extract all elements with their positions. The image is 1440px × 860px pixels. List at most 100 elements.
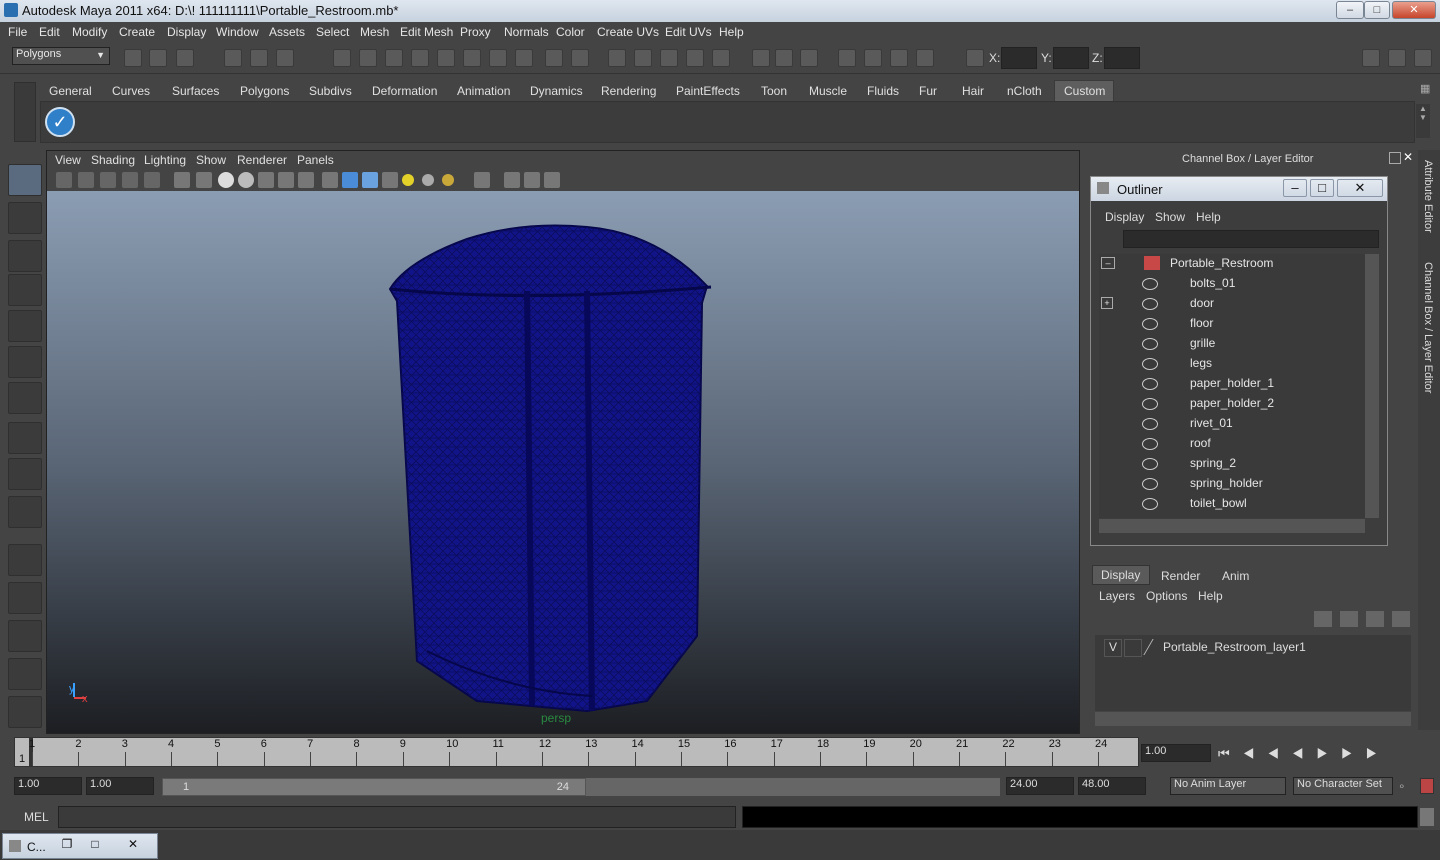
frame-all-icon[interactable] bbox=[524, 172, 540, 188]
outliner-item[interactable]: legs bbox=[1190, 356, 1212, 376]
channel-box-toggle-icon[interactable] bbox=[1388, 49, 1406, 67]
show-manipulator-icon[interactable] bbox=[8, 458, 42, 490]
menu-create-uvs[interactable]: Create UVs bbox=[597, 25, 659, 39]
snap-plane-icon[interactable] bbox=[411, 49, 429, 67]
bookmark-icon[interactable] bbox=[78, 172, 94, 188]
menu-color[interactable]: Color bbox=[556, 25, 585, 39]
render-view-icon[interactable] bbox=[838, 49, 856, 67]
snap-to-grids-icon[interactable] bbox=[608, 49, 626, 67]
outliner-item[interactable]: roof bbox=[1190, 436, 1211, 456]
tab-polygons[interactable]: Polygons bbox=[240, 82, 289, 102]
playback-start-field[interactable]: 1.00 bbox=[86, 777, 154, 795]
share-icon[interactable] bbox=[544, 172, 560, 188]
auto-key-icon[interactable] bbox=[1420, 778, 1434, 794]
outliner-item[interactable]: grille bbox=[1190, 336, 1215, 356]
soft-modification-icon[interactable] bbox=[8, 422, 42, 454]
step-forward-key-icon[interactable]: ▶ bbox=[1341, 746, 1366, 761]
outliner-item[interactable]: spring_2 bbox=[1190, 456, 1236, 476]
outliner-maximize-button[interactable]: □ bbox=[1310, 179, 1334, 197]
float-panel-icon[interactable] bbox=[1389, 152, 1401, 164]
save-scene-icon[interactable] bbox=[176, 49, 194, 67]
x-input[interactable] bbox=[1001, 47, 1037, 69]
range-slider-track[interactable]: 1 24 bbox=[162, 778, 1000, 796]
play-forwards-icon[interactable]: ▶ bbox=[1317, 746, 1342, 761]
current-time-field[interactable]: 1.00 bbox=[1141, 744, 1211, 762]
tab-rendering[interactable]: Rendering bbox=[601, 82, 656, 102]
textured-icon[interactable] bbox=[238, 172, 254, 188]
isolate-select-icon[interactable] bbox=[474, 172, 490, 188]
anim-start-field[interactable]: 1.00 bbox=[14, 777, 82, 795]
outliner-item[interactable]: paper_holder_1 bbox=[1190, 376, 1274, 396]
menu-mesh[interactable]: Mesh bbox=[360, 25, 389, 39]
tab-custom[interactable]: Custom bbox=[1064, 82, 1105, 102]
new-layer-selected-icon[interactable] bbox=[1392, 611, 1410, 627]
shelf-scroll-arrows[interactable]: ▲ ▼ bbox=[1416, 104, 1430, 138]
close-panel-icon[interactable]: ✕ bbox=[1403, 150, 1415, 164]
tab-fur[interactable]: Fur bbox=[919, 82, 937, 102]
menu-help[interactable]: Help bbox=[719, 25, 744, 39]
four-view-layout-icon[interactable] bbox=[8, 582, 42, 614]
menu-proxy[interactable]: Proxy bbox=[460, 25, 491, 39]
maximize-minimized-button[interactable]: □ bbox=[83, 837, 107, 855]
layer-name[interactable]: Portable_Restroom_layer1 bbox=[1163, 640, 1306, 654]
step-back-icon[interactable]: ◀ bbox=[1243, 746, 1268, 761]
tab-fluids[interactable]: Fluids bbox=[867, 82, 899, 102]
outliner-menu-show[interactable]: Show bbox=[1155, 210, 1185, 224]
range-slider-handle[interactable]: 1 24 bbox=[162, 778, 586, 796]
tab-curves[interactable]: Curves bbox=[112, 82, 150, 102]
minimize-button[interactable]: – bbox=[1336, 1, 1364, 19]
vp-menu-renderer[interactable]: Renderer bbox=[237, 153, 287, 167]
script-editor-icon[interactable] bbox=[1420, 808, 1434, 826]
checker-icon[interactable] bbox=[382, 172, 398, 188]
output-connections-icon[interactable] bbox=[775, 49, 793, 67]
open-scene-icon[interactable] bbox=[149, 49, 167, 67]
z-input[interactable] bbox=[1104, 47, 1140, 69]
menu-edit[interactable]: Edit bbox=[39, 25, 60, 39]
select-component-icon[interactable] bbox=[276, 49, 294, 67]
layer-tab-display[interactable]: Display bbox=[1101, 568, 1140, 582]
checkmark-icon[interactable]: ✓ bbox=[45, 107, 75, 137]
restroom-wireframe-model[interactable] bbox=[47, 191, 1079, 733]
step-forward-icon[interactable]: ▶ bbox=[1366, 746, 1391, 761]
layer-menu-layers[interactable]: Layers bbox=[1099, 589, 1135, 603]
mel-input[interactable] bbox=[58, 806, 736, 828]
shaded-icon[interactable] bbox=[218, 172, 234, 188]
tab-muscle[interactable]: Muscle bbox=[809, 82, 847, 102]
outliner-menu-display[interactable]: Display bbox=[1105, 210, 1144, 224]
outliner-hscrollbar[interactable] bbox=[1099, 519, 1365, 533]
cube-shaded-icon[interactable] bbox=[342, 172, 358, 188]
trash-icon[interactable]: ▦ bbox=[1420, 82, 1432, 98]
paint-select-tool-icon[interactable] bbox=[8, 240, 42, 272]
move-tool-icon[interactable] bbox=[8, 274, 42, 306]
snap-to-points-icon[interactable] bbox=[660, 49, 678, 67]
tab-general[interactable]: General bbox=[49, 82, 92, 102]
vp-menu-show[interactable]: Show bbox=[196, 153, 226, 167]
snap-point-icon[interactable] bbox=[385, 49, 403, 67]
menu-normals[interactable]: Normals bbox=[504, 25, 549, 39]
shelf-menu-handle[interactable] bbox=[14, 82, 36, 142]
vp-menu-lighting[interactable]: Lighting bbox=[144, 153, 186, 167]
time-ruler[interactable]: 1 bbox=[14, 737, 1139, 767]
menu-create[interactable]: Create bbox=[119, 25, 155, 39]
outliner-search-input[interactable] bbox=[1123, 230, 1379, 248]
light-selected-icon[interactable] bbox=[442, 174, 454, 186]
scale-tool-icon[interactable] bbox=[8, 346, 42, 378]
layer-display-type-toggle[interactable] bbox=[1124, 639, 1142, 657]
minimized-window[interactable]: C... ❐ □ ✕ bbox=[2, 833, 158, 859]
texture-toggle-icon[interactable] bbox=[278, 172, 294, 188]
select-object-icon[interactable] bbox=[250, 49, 268, 67]
lasso-tool-icon[interactable] bbox=[8, 202, 42, 234]
go-to-start-icon[interactable]: ⏮ bbox=[1218, 746, 1243, 761]
tab-subdivs[interactable]: Subdivs bbox=[309, 82, 352, 102]
image-plane-icon[interactable] bbox=[100, 172, 116, 188]
anim-end-field[interactable]: 48.00 bbox=[1078, 777, 1146, 795]
outliner-item[interactable]: door bbox=[1190, 296, 1214, 316]
vp-menu-panels[interactable]: Panels bbox=[297, 153, 334, 167]
mode-dropdown[interactable]: Polygons ▼ bbox=[12, 47, 110, 65]
smooth-shade-icon[interactable] bbox=[196, 172, 212, 188]
layer-tab-anim[interactable]: Anim bbox=[1222, 569, 1249, 583]
toggle-sidebar-icon[interactable] bbox=[1362, 49, 1380, 67]
menu-select[interactable]: Select bbox=[316, 25, 349, 39]
playback-end-field[interactable]: 24.00 bbox=[1006, 777, 1074, 795]
menu-modify[interactable]: Modify bbox=[72, 25, 107, 39]
